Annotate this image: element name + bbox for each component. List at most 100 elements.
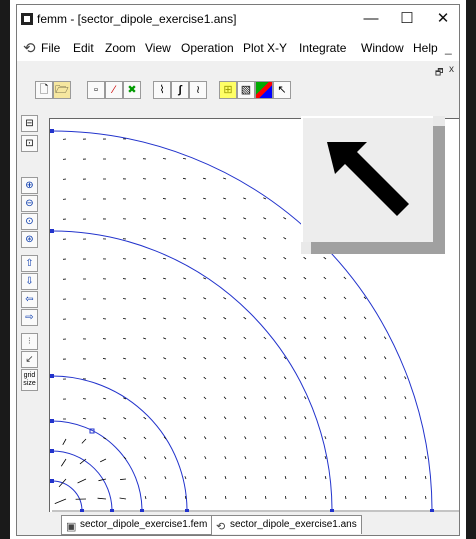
plot-icon[interactable]: ⌇	[153, 81, 171, 99]
field-vector	[224, 476, 227, 480]
vector-plot-icon[interactable]	[255, 81, 273, 99]
field-vector	[143, 337, 147, 340]
field-vector	[244, 495, 247, 500]
field-vector	[223, 217, 227, 220]
field-vector	[98, 478, 107, 482]
field-vector	[344, 376, 347, 380]
tab-ans-file[interactable]: ⟲ sector_dipole_exercise1.ans	[211, 515, 362, 534]
field-vector	[122, 317, 127, 320]
field-vector	[77, 478, 87, 484]
pan-right-icon[interactable]: ⇨	[21, 309, 38, 326]
field-vector	[203, 396, 207, 400]
point-mode-icon[interactable]: ▫	[87, 81, 105, 99]
femm-doc-icon: ▣	[66, 521, 77, 533]
menu-operation[interactable]: Operation	[181, 41, 234, 55]
node-point	[50, 449, 54, 453]
postprocessor-menu-icon[interactable]: ⟲	[23, 39, 36, 57]
field-vector	[183, 376, 187, 380]
pan-up-icon[interactable]: ⇧	[21, 255, 38, 272]
field-vector	[384, 416, 387, 420]
snap-grid-icon[interactable]: ↙	[21, 351, 38, 368]
title-bar: femm - [sector_dipole_exercise1.ans] — ☐…	[17, 5, 459, 33]
contour-mode-icon[interactable]: ⁄	[105, 81, 123, 99]
big-pointer-icon	[327, 142, 409, 216]
mdi-close-button[interactable]: x	[449, 64, 454, 75]
field-vector	[323, 376, 327, 380]
menu-window[interactable]: Window	[361, 41, 404, 55]
field-vector	[283, 316, 287, 320]
pointer-icon[interactable]: ↖	[273, 81, 291, 99]
field-vector	[184, 476, 187, 480]
field-vector	[143, 377, 147, 380]
pan-down-icon[interactable]: ⇩	[21, 273, 38, 290]
field-vector	[203, 217, 207, 220]
field-vector	[364, 396, 367, 400]
field-vector	[184, 456, 187, 460]
field-vector	[183, 297, 187, 300]
minimize-button[interactable]: —	[353, 9, 389, 29]
field-vector	[163, 257, 167, 260]
close-button[interactable]: ✕	[425, 9, 459, 29]
menu-view[interactable]: View	[145, 41, 171, 55]
field-vector	[263, 217, 267, 220]
grid-icon[interactable]: ⁝	[21, 333, 38, 350]
field-vector	[123, 417, 127, 420]
zoom-natural-icon[interactable]: ⊡	[21, 135, 38, 152]
area-mode-icon[interactable]: ✖	[123, 81, 141, 99]
field-vector	[120, 478, 127, 480]
zoom-in-icon[interactable]: ⊕	[21, 177, 38, 194]
field-vector	[363, 336, 367, 340]
field-vector	[243, 416, 247, 420]
field-vector	[203, 436, 207, 440]
field-vector	[284, 476, 287, 480]
field-vector	[364, 416, 367, 420]
field-vector	[343, 276, 347, 280]
field-vector	[304, 396, 307, 400]
menu-zoom[interactable]: Zoom	[105, 41, 136, 55]
grid-size-icon[interactable]: grid size	[21, 369, 38, 391]
field-vector	[163, 317, 167, 320]
field-vector	[324, 436, 327, 440]
field-vector	[263, 277, 267, 280]
field-vector	[204, 456, 207, 460]
maximize-button[interactable]: ☐	[389, 9, 425, 29]
menu-edit[interactable]: Edit	[73, 41, 94, 55]
node-point	[50, 419, 54, 423]
field-vector	[143, 436, 147, 440]
field-vector	[103, 397, 107, 400]
node-point	[50, 479, 54, 483]
field-vector	[223, 336, 227, 340]
field-vector	[183, 257, 187, 260]
menu-help[interactable]: Help	[413, 41, 438, 55]
integrate-icon[interactable]: ∫	[171, 81, 189, 99]
field-vector	[404, 456, 407, 460]
field-vector	[384, 396, 387, 400]
field-vector	[283, 336, 287, 340]
new-file-icon[interactable]: 🗋	[35, 81, 53, 99]
field-vector	[97, 497, 107, 500]
fit-icon[interactable]: ⊟	[21, 115, 38, 132]
tab-fem-file[interactable]: ▣ sector_dipole_exercise1.fem	[61, 515, 213, 535]
open-file-icon[interactable]: 🗁	[53, 81, 71, 99]
field-vector	[123, 357, 127, 360]
contour-plot-icon[interactable]: ▧	[237, 81, 255, 99]
mdi-minimize-button[interactable]: _	[445, 41, 452, 55]
field-lines-icon[interactable]: ≀	[189, 81, 207, 99]
menu-file[interactable]: File	[41, 41, 60, 55]
field-vector	[303, 336, 307, 340]
density-plot-icon[interactable]: ⊞	[219, 81, 237, 99]
zoom-out-icon[interactable]: ⊖	[21, 195, 38, 212]
menu-plot-xy[interactable]: Plot X-Y	[243, 41, 287, 55]
menu-integrate[interactable]: Integrate	[299, 41, 346, 55]
field-vector	[223, 376, 227, 380]
pan-left-icon[interactable]: ⇦	[21, 291, 38, 308]
field-vector	[203, 317, 207, 320]
field-vector	[323, 356, 327, 360]
zoom-window-icon[interactable]: ⊙	[21, 213, 38, 230]
field-vector	[284, 416, 287, 420]
field-vector	[203, 416, 207, 420]
zoom-extents-icon[interactable]: ⊛	[21, 231, 38, 248]
field-vector	[142, 258, 147, 260]
overlay-face	[301, 116, 433, 242]
field-vector	[223, 396, 227, 400]
